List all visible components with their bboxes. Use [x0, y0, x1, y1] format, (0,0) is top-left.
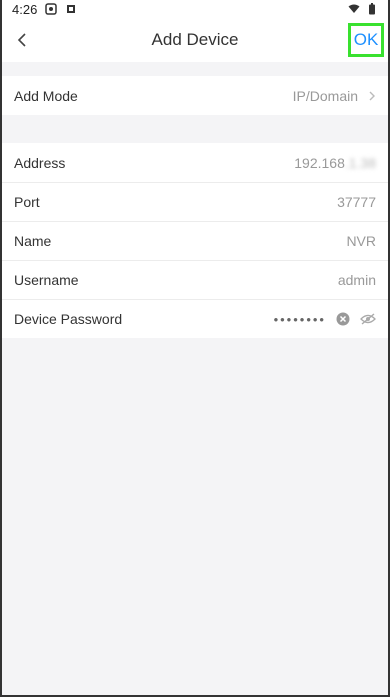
password-field[interactable]: •••••••• [274, 312, 326, 327]
back-button[interactable] [2, 18, 42, 62]
username-field[interactable]: admin [338, 272, 376, 288]
address-field[interactable]: 192.168.1.38 [294, 155, 376, 171]
username-label: Username [14, 272, 79, 288]
address-value-visible: 192.168 [294, 154, 345, 171]
app-notification-icon [67, 5, 76, 13]
clear-icon [336, 312, 350, 326]
status-right [348, 3, 378, 15]
wifi-icon [348, 4, 360, 13]
address-value-blurred: .1.38 [344, 154, 376, 171]
address-row[interactable]: Address 192.168.1.38 [2, 143, 388, 182]
name-field[interactable]: NVR [346, 233, 376, 249]
toggle-visibility-button[interactable] [360, 313, 376, 325]
status-time: 4:26 [12, 1, 38, 17]
port-field[interactable]: 37777 [337, 194, 376, 210]
port-label: Port [14, 194, 40, 210]
address-value: 192.168.1.38 [294, 155, 376, 171]
password-label: Device Password [14, 311, 123, 327]
name-row[interactable]: Name NVR [2, 221, 388, 260]
battery-icon [369, 3, 375, 15]
add-mode-value: IP/Domain [292, 87, 358, 104]
chevron-left-icon [17, 33, 26, 47]
add-mode-value-wrap: IP/Domain [293, 88, 376, 104]
add-mode-group: Add Mode IP/Domain [2, 76, 388, 115]
password-field-wrap: •••••••• [274, 312, 376, 327]
status-bar: 4:26 [2, 0, 388, 18]
page-title: Add Device [151, 30, 239, 49]
status-left: 4:26 [12, 2, 77, 17]
name-label: Name [14, 233, 52, 249]
password-row[interactable]: Device Password •••••••• [2, 299, 388, 338]
add-mode-row[interactable]: Add Mode IP/Domain [2, 76, 388, 115]
address-label: Address [14, 154, 66, 171]
header: Add Device OK [2, 18, 388, 62]
notification-icon [45, 3, 58, 15]
add-mode-label: Add Mode [14, 87, 78, 104]
port-row[interactable]: Port 37777 [2, 182, 388, 221]
eye-hidden-icon [360, 313, 376, 325]
chevron-right-icon [369, 91, 375, 100]
ok-button[interactable]: OK [348, 23, 384, 57]
clear-button[interactable] [336, 312, 350, 326]
device-fields-group: Address 192.168.1.38 Port 37777 Name NVR… [2, 143, 388, 338]
username-row[interactable]: Username admin [2, 260, 388, 299]
